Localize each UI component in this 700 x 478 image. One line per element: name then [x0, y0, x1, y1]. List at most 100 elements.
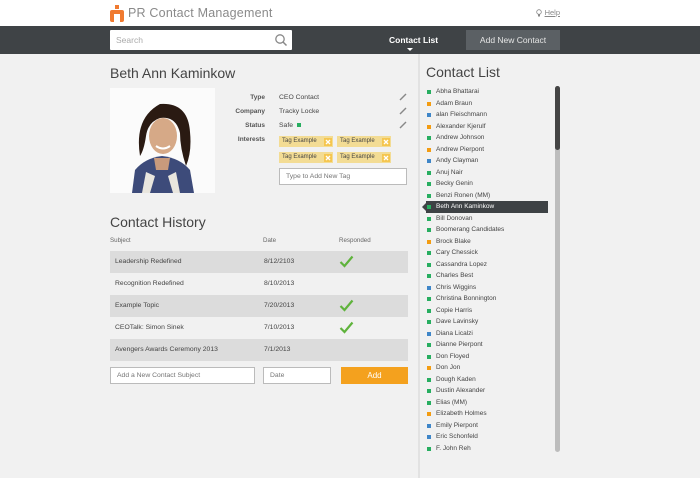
table-row[interactable]: CEOTalk: Simon Sinek 7/10/2013 — [110, 317, 408, 339]
list-item[interactable]: Abha Bhattarai — [426, 86, 548, 98]
list-item[interactable]: Cassandra Lopez — [426, 259, 548, 271]
list-item[interactable]: Emily Pierpont — [426, 420, 548, 432]
list-item[interactable]: Brock Blake — [426, 236, 548, 248]
list-item[interactable]: Beth Ann Kaminkow — [422, 201, 548, 213]
list-item-label: Andrew Pierpont — [436, 145, 485, 153]
list-item[interactable]: Charles Best — [426, 270, 548, 282]
contact-category-icon — [427, 412, 431, 416]
contact-category-icon — [427, 377, 431, 382]
list-item[interactable]: Dave Lavinsky — [426, 316, 548, 328]
list-item[interactable]: Cary Chessick — [426, 247, 548, 259]
type-label: Type — [250, 94, 265, 101]
nav-bar: Contact List Add New Contact — [0, 26, 700, 54]
contact-list: Abha Bhattarai Adam Braun alan Fleischmann… — [422, 86, 548, 455]
top-bar: PR Contact Management Help — [0, 0, 700, 26]
interests-label: Interests — [237, 136, 265, 143]
list-item[interactable]: alan Fleischmann — [426, 109, 548, 121]
list-item[interactable]: Copie Harris — [426, 305, 548, 317]
remove-tag-icon[interactable] — [382, 137, 390, 146]
list-item[interactable]: Andy Clayman — [426, 155, 548, 167]
list-item-label: Andrew Johnson — [436, 134, 485, 141]
table-row[interactable]: Leadership Redefined 8/12/2103 — [110, 251, 408, 273]
contact-category-icon — [427, 366, 431, 370]
interest-tag-label: Tag Example — [282, 154, 317, 160]
contact-category-icon — [427, 262, 431, 267]
contact-category-icon — [427, 251, 431, 255]
contact-category-icon — [427, 147, 431, 152]
list-item[interactable]: Boomerang Candidates — [426, 224, 548, 236]
row-date: 8/12/2103 — [264, 258, 295, 265]
row-subject: Recognition Redefined — [115, 280, 184, 287]
list-item[interactable]: Dough Kaden — [426, 374, 548, 386]
interest-tag-label: Tag Example — [282, 138, 317, 144]
tab-contact-list[interactable]: Contact List — [389, 35, 438, 45]
list-item-label: Dustin Alexander — [436, 387, 486, 394]
contact-category-icon — [427, 228, 431, 232]
row-date: 8/10/2013 — [264, 280, 295, 287]
list-item[interactable]: Benzi Ronen (MM) — [426, 190, 548, 202]
edit-type-icon[interactable] — [399, 93, 407, 101]
list-item[interactable]: Dustin Alexander — [426, 385, 548, 397]
contact-name: Beth Ann Kaminkow — [110, 65, 236, 81]
interest-tag: Tag Example — [337, 152, 391, 163]
list-item-label: Becky Genin — [436, 180, 473, 187]
list-item-label: F. John Reh — [436, 444, 471, 452]
list-item[interactable]: Elizabeth Holmes — [426, 408, 548, 420]
remove-tag-icon[interactable] — [324, 137, 332, 146]
list-item[interactable]: Becky Genin — [426, 178, 548, 190]
status-label: Status — [245, 122, 265, 129]
search-input[interactable] — [110, 30, 270, 50]
list-item-label: Bill Donovan — [436, 214, 473, 222]
list-item[interactable]: Don Jon — [426, 362, 548, 374]
edit-company-icon[interactable] — [399, 107, 407, 115]
list-item-label: Elias (MM) — [436, 398, 468, 406]
contact-category-icon — [427, 389, 431, 393]
list-item[interactable]: Andrew Pierpont — [426, 144, 548, 156]
search-icon[interactable] — [274, 33, 288, 47]
new-subject-input[interactable] — [110, 367, 255, 384]
remove-tag-icon[interactable] — [324, 153, 332, 162]
add-new-contact-button[interactable]: Add New Contact — [466, 30, 560, 50]
list-item[interactable]: Andrew Johnson — [426, 132, 548, 144]
contact-category-icon — [427, 170, 431, 175]
add-subject-button[interactable]: Add — [341, 367, 408, 384]
list-item[interactable]: Christina Bonnington — [426, 293, 548, 305]
list-item[interactable]: Dianne Pierpont — [426, 339, 548, 351]
list-item[interactable]: Elias (MM) — [426, 397, 548, 409]
list-item[interactable]: F. John Reh — [426, 443, 548, 455]
list-item[interactable]: Adam Braun — [426, 98, 548, 110]
contact-category-icon — [427, 216, 431, 221]
list-item-label: Anuj Nair — [436, 168, 463, 176]
contact-category-icon — [427, 331, 431, 336]
new-date-input[interactable] — [263, 367, 331, 384]
contact-category-icon — [427, 101, 431, 106]
list-item[interactable]: Don Floyed — [426, 351, 548, 363]
table-row[interactable]: Recognition Redefined 8/10/2013 — [110, 273, 408, 295]
table-row[interactable]: Example Topic 7/20/2013 — [110, 295, 408, 317]
list-item[interactable]: Bill Donovan — [426, 213, 548, 225]
table-row[interactable]: Avengers Awards Ceremony 2013 7/1/2013 — [110, 339, 408, 361]
list-item-label: Don Floyed — [436, 352, 470, 360]
company-value: Tracky Locke — [279, 108, 320, 115]
list-item-label: Emily Pierpont — [436, 421, 478, 429]
list-item[interactable]: Alexander Kjerulf — [426, 121, 548, 133]
panel-divider — [418, 54, 420, 478]
list-item[interactable]: Diana Licalzi — [426, 328, 548, 340]
list-item-label: Dianne Pierpont — [436, 341, 483, 348]
contact-category-icon — [427, 193, 431, 198]
add-tag-input[interactable] — [279, 168, 407, 185]
list-item[interactable]: Chris Wiggins — [426, 282, 548, 294]
row-date: 7/20/2013 — [264, 302, 295, 309]
edit-status-icon[interactable] — [399, 121, 407, 129]
remove-tag-icon[interactable] — [382, 153, 390, 162]
list-item[interactable]: Eric Schonfeld — [426, 431, 548, 443]
help-link[interactable]: Help — [535, 8, 560, 17]
list-item-label: Diana Licalzi — [436, 329, 473, 337]
list-item-label: Andy Clayman — [436, 157, 479, 164]
contact-category-icon — [427, 124, 431, 129]
status-value-wrap: Safe — [279, 122, 301, 129]
scrollbar-thumb[interactable] — [555, 86, 560, 150]
list-item-label: Benzi Ronen (MM) — [436, 191, 491, 199]
list-item[interactable]: Anuj Nair — [426, 167, 548, 179]
list-item-label: Eric Schonfeld — [436, 433, 478, 440]
